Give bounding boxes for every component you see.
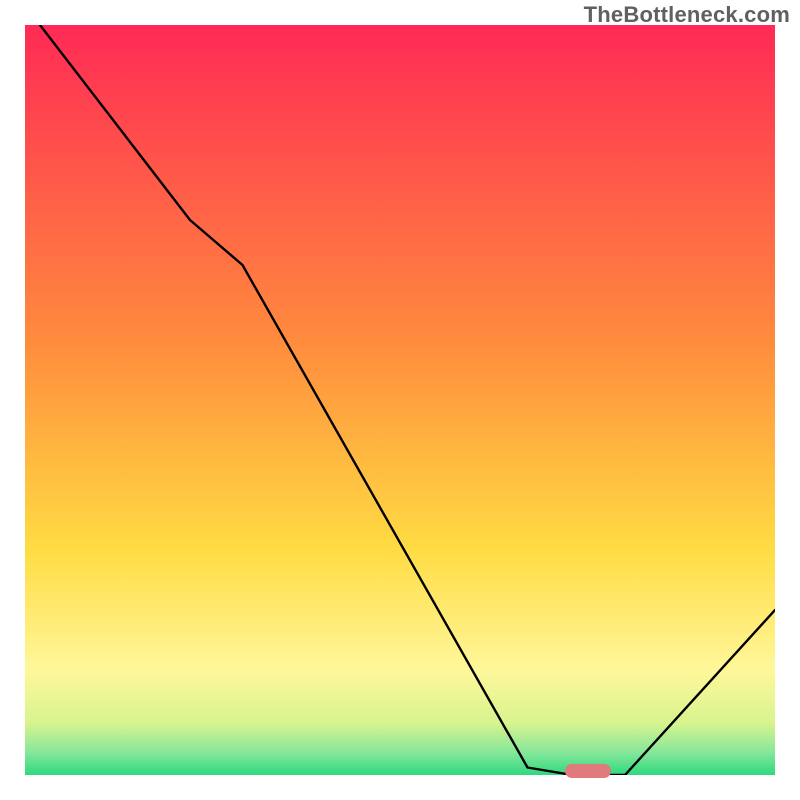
plot-svg (25, 25, 775, 775)
gradient-background (25, 25, 775, 775)
plot-area (25, 25, 775, 775)
optimum-marker (565, 764, 611, 778)
chart-stage: TheBottleneck.com (0, 0, 800, 800)
